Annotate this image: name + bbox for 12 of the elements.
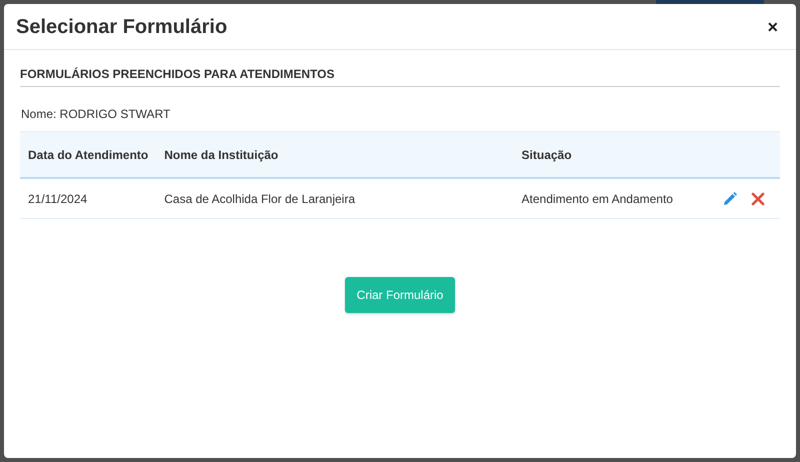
column-header: Situação <box>514 132 708 178</box>
table-cell: Casa de Acolhida Flor de Laranjeira <box>156 178 514 219</box>
table-cell: 21/11/2024 <box>20 178 156 219</box>
section-heading: FORMULÁRIOS PREENCHIDOS PARA ATENDIMENTOS <box>20 67 780 88</box>
edit-icon <box>722 191 738 208</box>
modal-title: Selecionar Formulário <box>16 14 228 38</box>
close-icon <box>750 191 766 208</box>
column-header: Nome da Instituição <box>156 132 514 178</box>
table-cell: Atendimento em Andamento <box>514 178 708 219</box>
close-button[interactable]: × <box>763 18 782 36</box>
patient-name: Nome: RODRIGO STWART <box>21 106 172 124</box>
column-header: Data do Atendimento <box>20 132 156 178</box>
